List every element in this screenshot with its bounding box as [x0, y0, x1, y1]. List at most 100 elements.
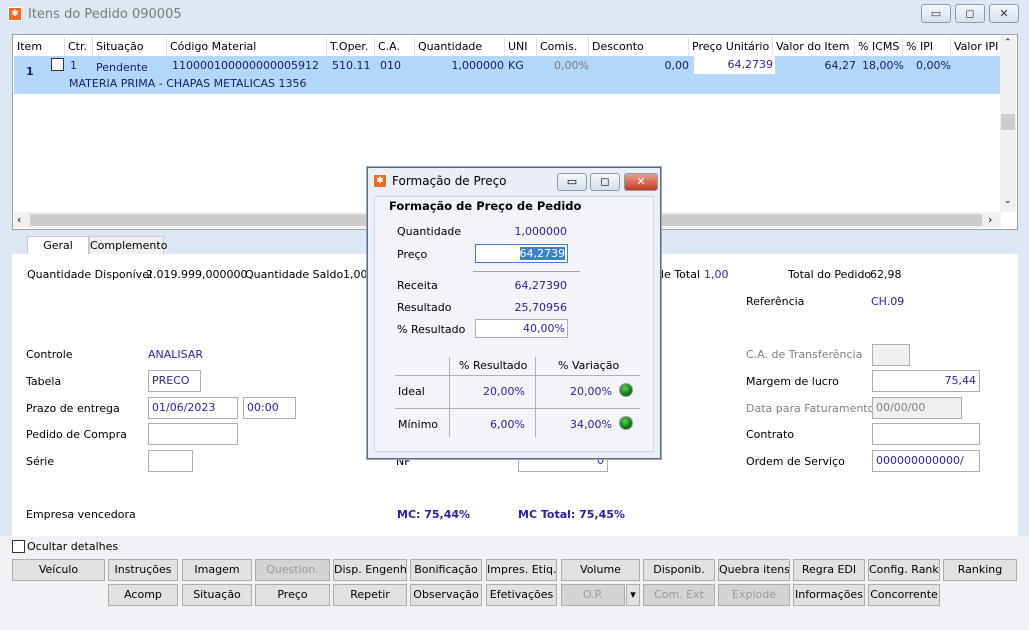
- column-header[interactable]: Ctr.: [65, 37, 93, 57]
- dialog-restore-button[interactable]: ◻: [590, 173, 620, 191]
- mc-value: MC: 75,44%: [397, 508, 471, 521]
- vertical-scrollbar[interactable]: ⌃ ⌄: [1000, 36, 1016, 212]
- quantidade-label: Quantidade: [397, 225, 462, 238]
- scroll-up-icon[interactable]: ⌃: [1004, 38, 1012, 48]
- ranking-button[interactable]: Ranking: [943, 559, 1017, 581]
- pedido-compra-label: Pedido de Compra: [26, 428, 127, 441]
- row-divider: [395, 375, 640, 376]
- margem-lucro-label: Margem de lucro: [746, 375, 839, 388]
- prazo-hora-input[interactable]: 00:00: [243, 397, 296, 419]
- quebra-itens-button[interactable]: Quebra itens: [718, 559, 790, 581]
- column-header[interactable]: Situação: [93, 37, 167, 57]
- pct-resultado-input[interactable]: 40,00%: [475, 319, 568, 338]
- acomp-button[interactable]: Acomp: [108, 584, 178, 606]
- divider: [473, 271, 580, 272]
- minimize-button[interactable]: ▭: [921, 4, 951, 23]
- col-divider: [535, 357, 536, 437]
- cell-quantidade: 1,000000: [451, 59, 505, 72]
- disponib-button[interactable]: Disponib.: [643, 559, 715, 581]
- ocultar-detalhes-label: Ocultar detalhes: [27, 540, 119, 553]
- efetivações-button[interactable]: Efetivações: [486, 584, 557, 606]
- prazo-entrega-label: Prazo de entrega: [26, 402, 120, 415]
- title-bar: ✱ Itens do Pedido 090005 ▭ ◻ ✕: [0, 0, 1029, 30]
- scroll-left-icon[interactable]: ‹: [17, 213, 21, 226]
- disp-engenh-button[interactable]: Disp. Engenh.: [333, 559, 407, 581]
- receita-value: 64,27390: [514, 279, 568, 292]
- tab-geral[interactable]: Geral: [27, 236, 89, 256]
- config-rank-button[interactable]: Config. Rank.: [868, 559, 940, 581]
- restore-button[interactable]: ◻: [955, 4, 985, 23]
- serie-input[interactable]: [148, 450, 193, 472]
- concorrente-button[interactable]: Concorrente: [868, 584, 940, 606]
- minimo-status-led-icon: [619, 416, 633, 430]
- instruções-button[interactable]: Instruções: [108, 559, 178, 581]
- column-header[interactable]: Valor IPI: [951, 37, 1001, 57]
- cell-comis: 0,00%: [554, 59, 589, 72]
- ideal-variacao: 20,00%: [570, 385, 612, 398]
- imagem-button[interactable]: Imagem: [182, 559, 252, 581]
- informações-button[interactable]: Informações: [793, 584, 865, 606]
- header-pct-variacao: % Variação: [558, 359, 620, 372]
- column-header[interactable]: Preço Unitário: [689, 37, 773, 57]
- ca-transferencia-label: C.A. de Transferência: [746, 348, 863, 361]
- resultado-value: 25,70956: [514, 301, 568, 314]
- column-header[interactable]: T.Oper.: [327, 37, 375, 57]
- tabela-label: Tabela: [26, 375, 62, 388]
- preco-selected-text: 64,2739: [519, 247, 565, 260]
- column-header[interactable]: UNI: [505, 37, 537, 57]
- dialog-minimize-button[interactable]: ▭: [557, 173, 587, 191]
- cell-codigo: 110000100000000005912: [172, 59, 319, 72]
- row-checkbox[interactable]: [51, 58, 64, 71]
- regra-edi-button[interactable]: Regra EDI: [793, 559, 865, 581]
- column-header[interactable]: Código Material: [167, 37, 327, 57]
- situação-button[interactable]: Situação: [182, 584, 252, 606]
- column-header[interactable]: % IPI: [903, 37, 951, 57]
- referencia-value: CH.09: [871, 295, 905, 308]
- dialog-close-button[interactable]: ✕: [624, 173, 658, 191]
- scroll-down-icon[interactable]: ⌄: [1004, 196, 1012, 206]
- data-faturamento-label: Data para Faturamento: [746, 402, 875, 415]
- dialog-logo-icon: ✱: [373, 174, 387, 188]
- cell-uni: KG: [508, 59, 524, 72]
- pedido-compra-input[interactable]: [148, 423, 238, 445]
- scroll-thumb[interactable]: [1001, 114, 1015, 130]
- veículo-button[interactable]: Veículo: [12, 559, 105, 581]
- contrato-label: Contrato: [746, 428, 795, 441]
- tab-complemento[interactable]: Complemento: [89, 236, 167, 255]
- column-header[interactable]: Desconto: [589, 37, 689, 57]
- observação-button[interactable]: Observação: [410, 584, 482, 606]
- cell-preco-unitario[interactable]: 64,2739: [694, 56, 775, 74]
- prazo-data-input[interactable]: 01/06/2023: [148, 397, 238, 419]
- ordem-servico-input[interactable]: 000000000000/: [872, 450, 980, 472]
- ocultar-detalhes-checkbox[interactable]: [12, 540, 25, 553]
- cell-ca: 010: [380, 59, 401, 72]
- impres-etiq-button[interactable]: Impres. Etiq.: [486, 559, 557, 581]
- bonificação-button[interactable]: Bonificação: [410, 559, 482, 581]
- tabela-input[interactable]: PRECO: [148, 370, 201, 392]
- header-pct-resultado: % Resultado: [459, 359, 528, 372]
- contrato-input[interactable]: [872, 423, 980, 445]
- repetir-button[interactable]: Repetir: [333, 584, 407, 606]
- cell-icms: 18,00%: [862, 59, 904, 72]
- preço-button[interactable]: Preço: [255, 584, 330, 606]
- pct-resultado-label: % Resultado: [397, 323, 466, 336]
- group-title: Formação de Preço de Pedido: [387, 199, 584, 213]
- table-row[interactable]: 1 1 Pendente 110000100000000005912 510.1…: [14, 56, 1001, 94]
- scroll-right-icon[interactable]: ›: [988, 213, 992, 226]
- column-header[interactable]: C.A.: [375, 37, 415, 57]
- column-header[interactable]: Valor do Item: [773, 37, 855, 57]
- preco-input[interactable]: 64,2739: [475, 244, 568, 263]
- op-dropdown-button[interactable]: ▾: [626, 584, 640, 606]
- column-header[interactable]: Item: [14, 37, 65, 57]
- column-header[interactable]: % ICMS: [855, 37, 903, 57]
- close-button[interactable]: ✕: [989, 4, 1019, 23]
- column-header[interactable]: Quantidade: [415, 37, 505, 57]
- cell-situacao: Pendente: [96, 61, 148, 74]
- com-ext-button: Com. Ext: [643, 584, 715, 606]
- column-header[interactable]: Comis.: [537, 37, 589, 57]
- margem-lucro-input[interactable]: 75,44: [872, 370, 980, 392]
- volume-button[interactable]: Volume: [561, 559, 640, 581]
- total-pedido-value: 62,98: [870, 268, 902, 281]
- ordem-servico-label: Ordem de Serviço: [746, 455, 845, 468]
- cell-desconto: 0,00: [664, 59, 690, 72]
